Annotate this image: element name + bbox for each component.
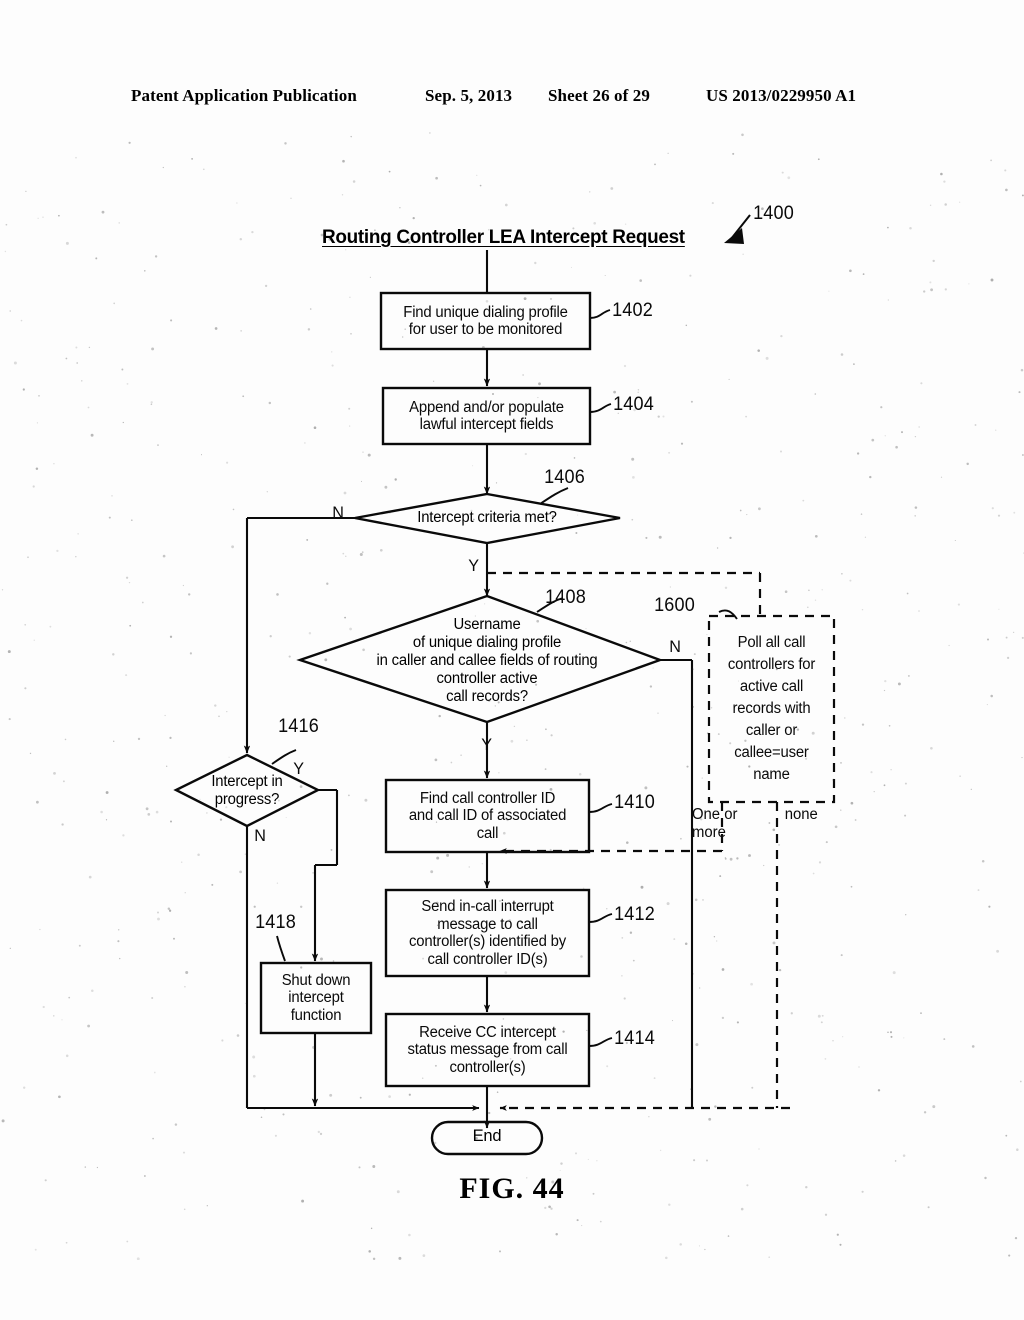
flowchart-figure: 1400 1402 1404 1406 1408 1410 1412 1414 … [0, 0, 1024, 1320]
figure-caption: FIG. 44 [459, 1172, 565, 1205]
branch-label-1416-no: N [254, 826, 266, 845]
patent-page: Patent Application Publication Sep. 5, 2… [0, 0, 1024, 1320]
ref-1400: 1400 [753, 203, 795, 224]
branch-label-1408-no: N [669, 637, 681, 656]
ref-1416: 1416 [278, 716, 320, 737]
terminator-end: End [472, 1127, 502, 1145]
branch-label-1600-none: none [784, 806, 818, 823]
branch-label-1408-yes-lower: Y [481, 735, 493, 754]
ref-1410: 1410 [614, 792, 656, 813]
decision-1416: Intercept in progress? [211, 773, 283, 808]
ref-1402: 1402 [612, 300, 654, 321]
ref-1600: 1600 [654, 595, 696, 616]
process-box-1418: Shut down intercept function [281, 971, 351, 1024]
branch-label-1416-yes: Y [293, 759, 305, 778]
process-box-1402: Find unique dialing profile for user to … [403, 303, 568, 339]
flowchart-title: Routing Controller LEA Intercept Request [322, 226, 685, 248]
process-box-1414: Receive CC intercept status message from… [407, 1023, 568, 1076]
ref-1414: 1414 [614, 1028, 656, 1049]
decision-1408: Username of unique dialing profile in ca… [376, 616, 598, 705]
process-box-1404: Append and/or populate lawful intercept … [409, 398, 564, 434]
branch-label-1408-yes: Y [468, 556, 480, 575]
branch-label-1600-one-or-more: One or more [691, 806, 738, 841]
ref-1404: 1404 [613, 394, 655, 415]
ref-1412: 1412 [614, 904, 656, 925]
process-box-1410: Find call controller ID and call ID of a… [408, 789, 567, 842]
process-box-1412: Send in-call interrupt message to call c… [409, 898, 566, 968]
callout-box-1600: Poll all call controllers for active cal… [727, 634, 816, 783]
decision-1406: Intercept criteria met? [417, 509, 557, 526]
ref-1418: 1418 [255, 912, 297, 933]
ref-1406: 1406 [544, 467, 586, 488]
ref-1408: 1408 [545, 587, 587, 608]
branch-label-1406-no: N [332, 503, 344, 522]
